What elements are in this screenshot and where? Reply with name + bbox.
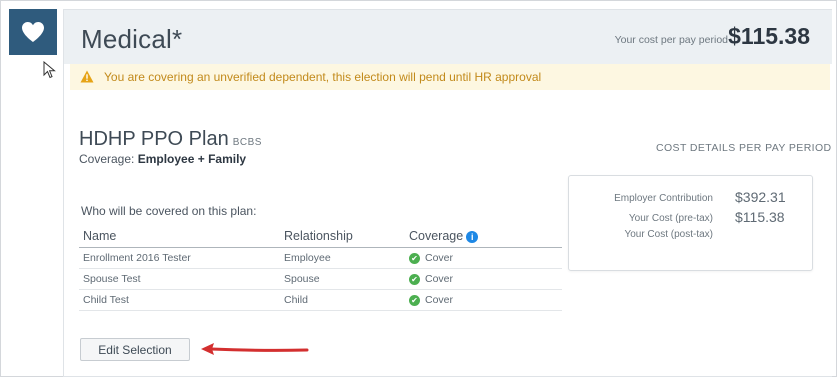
employer-contribution-value: $392.31 [735, 189, 786, 205]
coverage-status-text: Cover [425, 294, 454, 306]
coverage-status: ✔ Cover [409, 252, 453, 264]
cost-per-pay-period-value: $115.38 [728, 23, 810, 49]
pretax-cost-label: Your Cost (pre-tax) [628, 213, 713, 224]
coverage-status: ✔ Cover [409, 273, 453, 285]
cost-details-box: Employer Contribution $392.31 Your Cost … [568, 175, 813, 271]
info-icon[interactable]: i [466, 230, 479, 243]
warning-icon [80, 70, 94, 83]
coverage-table: Name Relationship Coverage i Enrollment 2… [79, 225, 562, 311]
heart-icon [22, 22, 44, 42]
table-row: Spouse Test Spouse ✔ Cover [79, 269, 562, 290]
pretax-cost-value: $115.38 [735, 209, 785, 225]
table-header: Name Relationship Coverage i [79, 225, 562, 248]
cost-details-heading: COST DETAILS PER PAY PERIOD [656, 142, 832, 154]
dependent-relationship: Employee [284, 252, 331, 264]
arrow-icon [201, 343, 309, 355]
check-icon: ✔ [409, 294, 420, 306]
check-icon: ✔ [409, 252, 420, 264]
medical-category-tile[interactable] [9, 9, 57, 55]
plan-name-text: HDHP PPO Plan [79, 128, 229, 150]
table-row: Child Test Child ✔ Cover [79, 290, 562, 311]
dependent-name: Enrollment 2016 Tester [83, 252, 191, 264]
coverage-value: Employee + Family [137, 152, 247, 166]
coverage-status: ✔ Cover [409, 294, 453, 306]
employer-contribution-label: Employer Contribution [614, 193, 713, 204]
section-title: Medical* [81, 24, 183, 54]
edit-selection-button[interactable]: Edit Selection [80, 338, 190, 361]
table-row: Enrollment 2016 Tester Employee ✔ Cover [79, 248, 562, 269]
plan-carrier: BCBS [232, 137, 262, 148]
benefits-panel: Medical* Your cost per pay period $115.3… [0, 0, 837, 377]
header-name: Name [83, 229, 117, 243]
card-header: Medical* Your cost per pay period $115.3… [64, 10, 832, 64]
plan-coverage: Coverage: Employee + Family [79, 152, 246, 166]
dependent-name: Spouse Test [83, 273, 141, 285]
header-relationship: Relationship [284, 229, 353, 243]
alert-text: You are covering an unverified dependent… [104, 70, 542, 84]
check-icon: ✔ [409, 273, 420, 285]
unverified-dependent-alert: You are covering an unverified dependent… [70, 64, 830, 90]
header-coverage-text: Coverage [409, 229, 464, 243]
covered-prompt: Who will be covered on this plan: [81, 204, 257, 218]
dependent-relationship: Child [284, 294, 308, 306]
coverage-label: Coverage: [79, 152, 135, 166]
cost-per-pay-period-label: Your cost per pay period [614, 34, 728, 46]
coverage-status-text: Cover [425, 252, 454, 264]
header-coverage: Coverage i [409, 229, 479, 243]
coverage-status-text: Cover [425, 273, 454, 285]
cursor-icon [43, 61, 56, 79]
medical-benefit-card: Medical* Your cost per pay period $115.3… [63, 9, 832, 377]
dependent-name: Child Test [83, 294, 129, 306]
posttax-cost-label: Your Cost (post-tax) [624, 229, 713, 240]
dependent-relationship: Spouse [284, 273, 320, 285]
plan-name: HDHP PPO Plan BCBS [79, 128, 262, 151]
